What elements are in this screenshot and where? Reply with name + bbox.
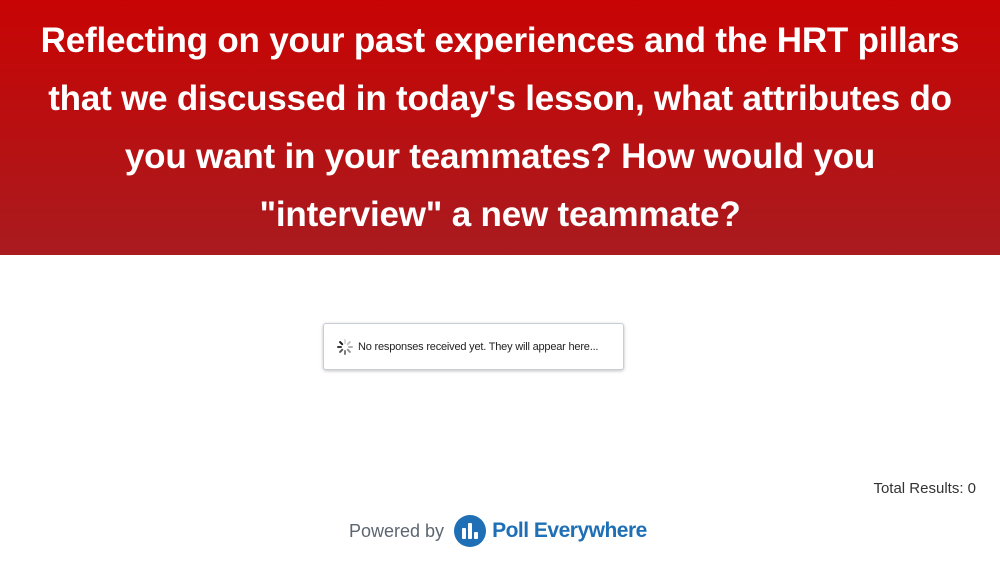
- question-title: Reflecting on your past experiences and …: [20, 12, 980, 244]
- question-banner: Reflecting on your past experiences and …: [0, 0, 1000, 255]
- question-line-1: Reflecting on your past experiences and …: [40, 20, 960, 60]
- question-line-3: you want in your teammates? How would yo…: [124, 136, 876, 176]
- poll-everywhere-logo-icon: [454, 515, 487, 547]
- question-line-2: that we discussed in today's lesson, wha…: [48, 78, 952, 118]
- no-responses-notice: No responses received yet. They will app…: [323, 323, 624, 370]
- total-results: Total Results: 0: [873, 480, 976, 497]
- powered-by-footer[interactable]: Powered by Poll Everywhere: [349, 514, 647, 548]
- poll-everywhere-brand: Poll Everywhere: [492, 519, 647, 542]
- powered-by-label: Powered by: [349, 520, 445, 541]
- question-line-4: "interview" a new teammate?: [259, 194, 741, 234]
- loading-spinner-icon: [337, 338, 353, 355]
- no-responses-text: No responses received yet. They will app…: [358, 340, 599, 353]
